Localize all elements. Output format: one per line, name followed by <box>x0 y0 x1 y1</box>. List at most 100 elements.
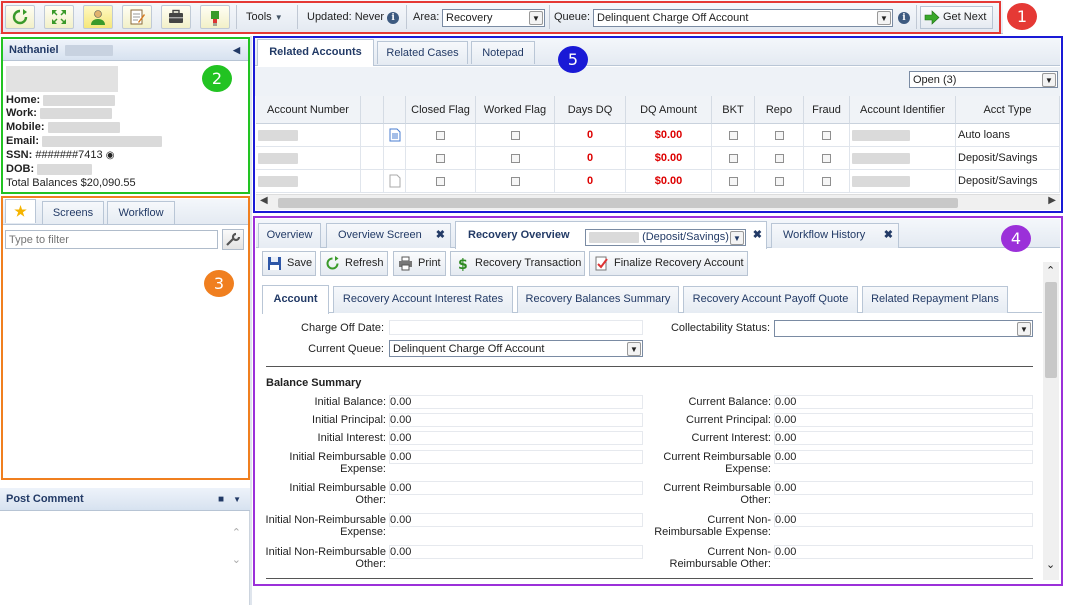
col-dq-amount[interactable]: DQ Amount <box>626 96 712 124</box>
horizontal-scrollbar[interactable]: ◀ ▶ <box>256 194 1060 210</box>
plugin-icon[interactable] <box>200 5 230 29</box>
current-queue-select[interactable]: Delinquent Charge Off Account ▼ <box>389 340 643 357</box>
scrollbar-thumb[interactable] <box>278 198 958 208</box>
balance-label: Current Interest: <box>691 432 771 444</box>
table-cell: $0.00 <box>626 124 712 147</box>
tools-menu[interactable]: Tools ▼ <box>246 11 283 23</box>
table-cell <box>406 147 476 170</box>
charge-off-date-field[interactable] <box>389 320 643 335</box>
notes-icon[interactable] <box>122 5 152 29</box>
filter-input[interactable] <box>5 230 218 249</box>
finalize-icon <box>595 256 608 271</box>
tab-favorites[interactable]: ★ <box>5 199 36 223</box>
checkbox[interactable] <box>822 153 831 163</box>
col-days-dq[interactable]: Days DQ <box>555 96 626 124</box>
badge-4: 4 <box>1001 225 1031 252</box>
subtab-payoff-quote[interactable]: Recovery Account Payoff Quote <box>683 286 858 313</box>
subtab-balances-summary[interactable]: Recovery Balances Summary <box>517 286 679 313</box>
col-repo[interactable]: Repo <box>755 96 804 124</box>
briefcase-icon[interactable] <box>161 5 191 29</box>
scrollbar-thumb[interactable] <box>1045 282 1057 378</box>
scroll-down-icon[interactable]: ⌄ <box>1046 558 1055 571</box>
checkbox[interactable] <box>774 130 784 140</box>
chevron-down-icon[interactable]: ▼ <box>233 488 241 511</box>
tab-overview-screen[interactable]: Overview Screen ✖ <box>326 223 451 248</box>
subtab-account[interactable]: Account <box>262 285 329 314</box>
col-account-number[interactable]: Account Number <box>256 96 361 124</box>
tab-related-cases[interactable]: Related Cases <box>377 41 468 64</box>
table-cell: Auto loans <box>956 124 1060 147</box>
expand-icon[interactable] <box>44 5 74 29</box>
tab-screens[interactable]: Screens <box>42 201 104 224</box>
scroll-left-icon[interactable]: ◀ <box>260 195 268 206</box>
account-select[interactable]: (Deposit/Savings) ▼ <box>585 229 746 246</box>
checkbox[interactable] <box>436 130 445 140</box>
queue-info-icon[interactable]: i <box>898 11 910 24</box>
checkbox[interactable] <box>436 176 445 186</box>
settings-wrench-icon[interactable] <box>222 229 244 250</box>
related-tabbar <box>255 38 1060 66</box>
checkbox[interactable] <box>510 153 520 163</box>
collapse-icon[interactable]: ◀ <box>233 40 240 60</box>
checkbox[interactable] <box>822 130 831 140</box>
post-comment-header: Post Comment ■ ▼ <box>0 488 250 511</box>
balance-value: 0.00 <box>774 395 1033 409</box>
vertical-scrollbar[interactable]: ⌃ ⌄ <box>1043 262 1059 580</box>
area-select[interactable]: Recovery ▼ <box>442 9 545 27</box>
print-button[interactable]: Print <box>393 251 446 276</box>
contact-icon[interactable] <box>83 5 113 29</box>
checkbox[interactable] <box>774 153 784 163</box>
checkbox[interactable] <box>728 130 738 140</box>
checkbox[interactable] <box>728 176 738 186</box>
queue-select[interactable]: Delinquent Charge Off Account ▼ <box>593 9 893 27</box>
scroll-up-icon[interactable]: ⌃ <box>1046 264 1055 277</box>
scroll-right-icon[interactable]: ▶ <box>1048 195 1056 206</box>
col-closed-flag[interactable]: Closed Flag <box>406 96 476 124</box>
checkbox[interactable] <box>510 176 520 186</box>
save-icon[interactable]: ■ <box>218 488 224 511</box>
tab-related-accounts[interactable]: Related Accounts <box>257 39 374 66</box>
post-comment-area[interactable]: ⌃ ⌄ <box>0 511 250 605</box>
refresh-button[interactable]: Refresh <box>320 251 388 276</box>
finalize-recovery-button[interactable]: Finalize Recovery Account <box>589 251 748 276</box>
col-acct-type[interactable]: Acct Type <box>956 96 1060 124</box>
scroll-down-icon[interactable]: ⌄ <box>232 553 241 566</box>
table-cell: 0 <box>555 147 626 170</box>
tab-overview[interactable]: Overview <box>258 223 321 248</box>
checkbox[interactable] <box>728 153 738 163</box>
close-icon[interactable]: ✖ <box>884 224 893 247</box>
collectability-label: Collectability Status: <box>670 322 770 334</box>
eye-icon[interactable]: ◉ <box>106 150 115 161</box>
info-icon[interactable]: i <box>387 12 400 24</box>
tab-workflow-history[interactable]: Workflow History ✖ <box>771 223 899 248</box>
tab-notepad[interactable]: Notepad <box>471 41 535 64</box>
tab-workflow[interactable]: Workflow <box>107 201 175 224</box>
checkbox[interactable] <box>822 176 831 186</box>
table-cell[interactable] <box>384 124 406 147</box>
col-account-identifier[interactable]: Account Identifier <box>850 96 956 124</box>
tab-recovery-overview[interactable]: Recovery Overview (Deposit/Savings) ▼ ✖ <box>455 221 767 249</box>
status-filter-select[interactable]: Open (3) ▼ <box>909 71 1058 88</box>
refresh-icon[interactable] <box>5 5 35 29</box>
close-icon[interactable]: ✖ <box>436 224 445 247</box>
balance-label: Initial Non-Reimbursable Other: <box>265 546 386 570</box>
recovery-transaction-button[interactable]: $ Recovery Transaction <box>450 251 585 276</box>
balance-value: 0.00 <box>774 450 1033 464</box>
balance-value: 0.00 <box>389 395 643 409</box>
col-bkt[interactable]: BKT <box>712 96 755 124</box>
col-fraud[interactable]: Fraud <box>804 96 850 124</box>
scroll-up-icon[interactable]: ⌃ <box>232 526 241 539</box>
table-cell: $0.00 <box>626 147 712 170</box>
subtab-interest-rates[interactable]: Recovery Account Interest Rates <box>333 286 513 313</box>
checkbox[interactable] <box>436 153 445 163</box>
checkbox[interactable] <box>510 130 520 140</box>
col-worked-flag[interactable]: Worked Flag <box>476 96 555 124</box>
collectability-select[interactable]: ▼ <box>774 320 1033 337</box>
checkbox[interactable] <box>774 176 784 186</box>
close-icon[interactable]: ✖ <box>753 222 762 248</box>
save-button[interactable]: Save <box>262 251 316 276</box>
table-cell[interactable] <box>384 170 406 193</box>
get-next-button[interactable]: Get Next <box>920 6 993 29</box>
subtab-repayment-plans[interactable]: Related Repayment Plans <box>862 286 1008 313</box>
charge-off-date-label: Charge Off Date: <box>301 322 384 334</box>
